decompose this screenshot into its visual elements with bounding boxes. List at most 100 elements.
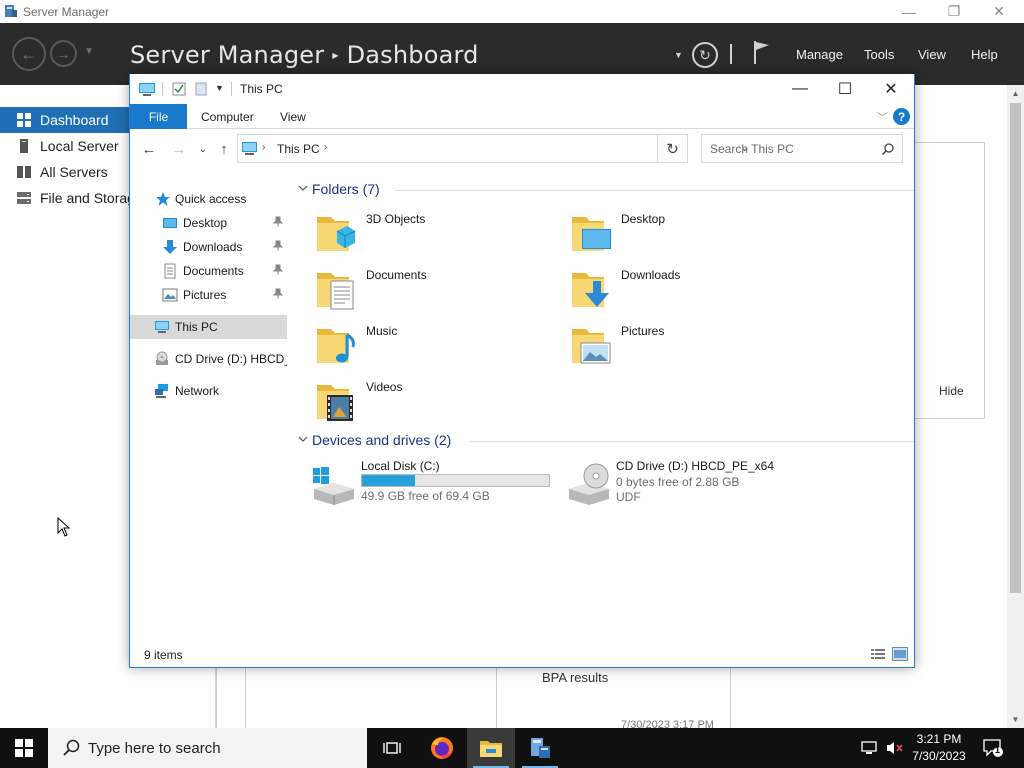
- tab-file[interactable]: File: [130, 104, 187, 129]
- collapse-chevron-icon[interactable]: [298, 434, 308, 444]
- menu-view[interactable]: View: [918, 47, 946, 62]
- nav-desktop[interactable]: Desktop: [130, 211, 287, 235]
- breadcrumb-chevron-icon[interactable]: ›: [324, 142, 327, 153]
- folder-documents[interactable]: Documents: [315, 263, 545, 313]
- refresh-dropdown-icon[interactable]: ▼: [674, 50, 683, 60]
- breadcrumb-chevron-icon[interactable]: ›: [262, 142, 265, 153]
- help-icon[interactable]: ?: [893, 108, 910, 125]
- minimize-button[interactable]: —: [777, 74, 823, 104]
- forward-arrow-icon[interactable]: →: [168, 138, 190, 160]
- firefox-button[interactable]: [418, 728, 466, 768]
- hide-link[interactable]: Hide: [939, 384, 964, 398]
- folder-name: 3D Objects: [366, 212, 426, 226]
- nav-cd-drive[interactable]: CD Drive (D:) HBCD_PE_x64: [130, 347, 287, 371]
- collapse-chevron-icon[interactable]: [298, 183, 308, 193]
- search-box[interactable]: [701, 134, 903, 163]
- network-tray-icon: [861, 741, 877, 754]
- folder-3d-objects[interactable]: 3D Objects: [315, 207, 545, 257]
- back-button[interactable]: ←: [12, 37, 46, 71]
- nav-downloads[interactable]: Downloads: [130, 235, 287, 259]
- maximize-button[interactable]: ❐: [931, 0, 977, 23]
- this-pc-icon: [139, 83, 155, 96]
- vertical-scrollbar[interactable]: ▲ ▼: [1007, 85, 1024, 728]
- this-pc-icon: [155, 321, 169, 333]
- new-folder-icon[interactable]: [194, 82, 208, 96]
- search-icon[interactable]: [881, 142, 895, 156]
- up-arrow-icon[interactable]: ↑: [213, 138, 235, 160]
- pin-icon: [273, 240, 283, 251]
- details-view-icon[interactable]: [870, 647, 886, 661]
- group-title: Folders (7): [312, 181, 380, 197]
- recent-locations-icon[interactable]: ⌄: [192, 138, 214, 160]
- network-tray-button[interactable]: [858, 728, 882, 768]
- nav-network[interactable]: Network: [130, 379, 287, 403]
- scroll-down-icon[interactable]: ▼: [1007, 711, 1024, 728]
- drive-usage-bar: [361, 474, 550, 487]
- properties-icon[interactable]: [172, 82, 186, 96]
- sidebar-item-label: File and Storag: [40, 190, 135, 206]
- notification-badge: 1: [995, 745, 1001, 755]
- scroll-up-icon[interactable]: ▲: [1007, 85, 1024, 102]
- drive-cd-d[interactable]: CD Drive (D:) HBCD_PE_x64 0 bytes free o…: [565, 459, 815, 509]
- file-explorer-button[interactable]: [467, 728, 515, 768]
- action-center-button[interactable]: 1: [982, 738, 1004, 758]
- window-title: This PC: [240, 82, 283, 96]
- search-input[interactable]: [710, 141, 870, 157]
- clock[interactable]: 3:21 PM 7/30/2023: [904, 731, 974, 765]
- devices-group-header[interactable]: Devices and drives (2): [295, 431, 914, 451]
- server-manager-button[interactable]: [516, 728, 564, 768]
- tab-view[interactable]: View: [280, 104, 306, 129]
- folder-desktop[interactable]: Desktop: [570, 207, 800, 257]
- taskbar-search[interactable]: [48, 728, 367, 768]
- drive-filesystem: UDF: [616, 490, 641, 504]
- refresh-icon[interactable]: ↻: [658, 134, 688, 163]
- task-view-button[interactable]: [368, 728, 416, 768]
- menu-tools[interactable]: Tools: [864, 47, 894, 62]
- nav-documents[interactable]: Documents: [130, 259, 287, 283]
- notifications-flag-icon[interactable]: [752, 39, 772, 65]
- back-arrow-icon[interactable]: ←: [138, 138, 160, 160]
- refresh-icon[interactable]: ↻: [692, 42, 718, 68]
- nav-this-pc[interactable]: This PC: [130, 315, 287, 339]
- minimize-button[interactable]: —: [886, 0, 932, 23]
- expand-ribbon-icon[interactable]: ﹀: [877, 109, 888, 125]
- menu-manage[interactable]: Manage: [796, 47, 843, 62]
- close-button[interactable]: ✕: [868, 74, 914, 104]
- search-input[interactable]: [88, 739, 348, 757]
- tab-computer[interactable]: Computer: [201, 104, 254, 129]
- bpa-results-link[interactable]: BPA results: [542, 670, 608, 685]
- nav-label: Network: [175, 384, 220, 398]
- menu-help[interactable]: Help: [971, 47, 998, 62]
- drive-local-disk-c[interactable]: Local Disk (C:) 49.9 GB free of 69.4 GB: [310, 459, 560, 509]
- volume-tray-button[interactable]: [884, 728, 906, 768]
- folder-downloads[interactable]: Downloads: [570, 263, 800, 313]
- volume-muted-icon: [887, 742, 903, 754]
- large-icons-view-icon[interactable]: [892, 647, 908, 661]
- group-divider: [470, 441, 914, 442]
- close-button[interactable]: ✕: [976, 0, 1022, 23]
- address-path[interactable]: This PC: [277, 142, 320, 156]
- folder-pictures[interactable]: Pictures: [570, 319, 800, 369]
- sidebar-item-label: Local Server: [40, 138, 119, 154]
- maximize-button[interactable]: ☐: [822, 74, 868, 104]
- pin-icon: [273, 288, 283, 299]
- nav-quick-access[interactable]: Quick access: [130, 187, 287, 211]
- folder-music[interactable]: Music: [315, 319, 545, 369]
- folder-videos[interactable]: Videos: [315, 375, 545, 425]
- address-bar[interactable]: › This PC › ⌄: [237, 134, 749, 163]
- content-pane: Folders (7) 3D Objects Desktop Documents…: [295, 174, 914, 644]
- search-icon: [63, 739, 80, 756]
- drive-free-space: 0 bytes free of 2.88 GB: [616, 475, 740, 489]
- folders-group-header[interactable]: Folders (7): [295, 180, 914, 200]
- forward-button[interactable]: →: [50, 40, 77, 67]
- start-button[interactable]: [0, 728, 48, 768]
- scrollbar-thumb[interactable]: [1010, 103, 1021, 593]
- folder-name: Videos: [366, 380, 403, 394]
- history-dropdown-icon[interactable]: ▼: [84, 46, 94, 57]
- server-manager-icon: [5, 5, 17, 17]
- nav-label: Pictures: [183, 288, 227, 302]
- nav-pictures[interactable]: Pictures: [130, 283, 287, 307]
- server-manager-icon: [531, 738, 550, 758]
- nav-label: Quick access: [175, 192, 247, 206]
- customize-toolbar-dropdown-icon[interactable]: ▼: [215, 83, 224, 93]
